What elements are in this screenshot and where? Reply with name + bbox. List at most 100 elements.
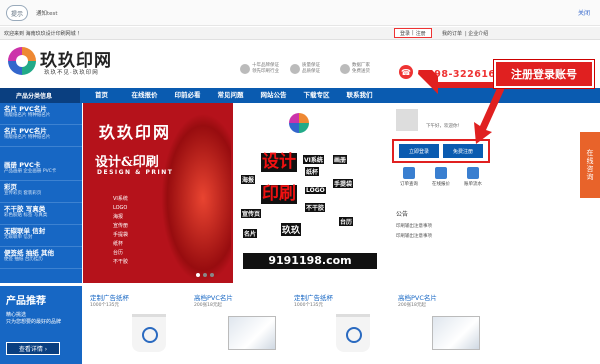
banner-list-item: VI系统 [113, 196, 128, 202]
register-login-callout: 注册登录账号 [494, 60, 594, 88]
quick-label: 在线报价 [432, 182, 450, 187]
announcement-box: 公告 印刷输出注意事项 印刷输出注意事项 [396, 209, 486, 242]
welcome-text: 欢迎来到 海南玖玖设计印刷网城 ！ [4, 31, 83, 37]
word-cloud: 设计 印刷 VI系统 画册 海报 纸杯 手提袋 LOGO 宣传页 不干胶 台历 … [241, 143, 381, 253]
nav-home[interactable]: 首页 [80, 88, 123, 103]
trophy-icon [240, 64, 250, 74]
quick-links: 订单查询 在线报价 账单流水 [394, 167, 488, 187]
banner-logo-icon [289, 113, 309, 133]
register-button[interactable]: 免费注册 [443, 144, 483, 158]
logo-icon[interactable] [8, 47, 36, 75]
nav-quote[interactable]: 在线报价 [123, 88, 166, 103]
banner-dot[interactable] [203, 273, 207, 277]
notice-text: 通知test [36, 11, 58, 17]
sidebar-item[interactable]: 不干胶 写真类 彩色胶贴 标签 写真类 [0, 203, 82, 225]
sidebar-item-title: 名片 PVC名片 [4, 105, 47, 113]
product-card[interactable]: 定制广告纸杯 1000个135元 [288, 286, 388, 364]
sidebar-item-title: 彩页 [4, 183, 17, 191]
product-card[interactable]: 高档PVC名片 200张18元起 [188, 286, 288, 364]
banner-dot[interactable] [210, 273, 214, 277]
cloud-word: 不干胶 [305, 203, 326, 212]
top-bar: 欢迎来到 海南玖玖设计印刷网城 ！ 登录 | 注册 我的订单 | 企业介绍 [0, 27, 600, 40]
category-menu[interactable]: 产品分类信息 [0, 88, 80, 103]
truck-icon [340, 64, 350, 74]
product-name: 高档PVC名片 [398, 294, 437, 302]
nav-faq[interactable]: 常见问题 [209, 88, 252, 103]
cloud-name: 玖玖 [281, 223, 302, 236]
online-consult-tab[interactable]: 在线咨询 [580, 132, 600, 198]
badge-quality: 质量保证 品质保证 [290, 63, 320, 75]
cloud-word: 画册 [333, 155, 348, 164]
sidebar-item-sub: 产品画册 企业画册 PVC卡 [4, 169, 57, 174]
announcement-item[interactable]: 印刷输出注意事项 [396, 222, 486, 232]
product-promo: 产品推荐 精心挑选 只为您想要的最好的品牌 查看详情 › [0, 286, 82, 364]
cloud-word: 台历 [339, 217, 354, 226]
notice-close-link[interactable]: 关闭 [578, 8, 590, 17]
sidebar-item-sub: 无碳联单 信封 [4, 235, 33, 240]
banner-left-panel: 玖玖印网 设计&印刷 DESIGN & PRINT VI系统 LOGO 海报 宣… [83, 103, 233, 283]
sidebar-item-title: 画册 PVC卡 [4, 161, 41, 169]
register-link[interactable]: 注册 [414, 30, 428, 37]
hero-banner[interactable]: 玖玖印网 设计&印刷 DESIGN & PRINT VI系统 LOGO 海报 宣… [83, 103, 388, 283]
promo-line: 只为您想要的最好的品牌 [6, 319, 62, 325]
login-button[interactable]: 立即登录 [399, 144, 439, 158]
shield-icon [290, 64, 300, 74]
arrow-to-auth-icon [474, 86, 504, 144]
nav-contact[interactable]: 联系我们 [338, 88, 381, 103]
my-orders-link[interactable]: 我的订单 [442, 31, 462, 37]
banner-list-item: 不干胶 [113, 259, 129, 265]
pvc-card-image [228, 316, 276, 350]
view-details-button[interactable]: 查看详情 › [6, 342, 60, 355]
quick-label: 账单流水 [464, 182, 482, 187]
category-sidebar: 名片 PVC名片 铜版纸名片 特种纸名片 名片 PVC名片 铜版纸名片 特种纸名片 … [0, 103, 82, 283]
sidebar-item[interactable]: 彩页 宣传彩页 套装彩页 [0, 181, 82, 203]
badge-delivery: 数据厂家 免费送货 [340, 63, 370, 75]
main-nav: 产品分类信息 首页 在线报价 印前必看 常见问题 网站公告 下载专区 联系我们 [0, 88, 600, 103]
paper-cup-image [132, 314, 166, 352]
greeting-text: 下午好，欢迎你！ [426, 124, 462, 129]
sidebar-item-sub: 铜版纸名片 特种纸名片 [4, 113, 51, 118]
announcement-item[interactable]: 印刷输出注意事项 [396, 232, 486, 242]
order-icon [403, 167, 415, 179]
banner-list-item: 手提袋 [113, 232, 129, 238]
banner-pagination[interactable] [196, 273, 214, 277]
banner-list-item: LOGO [113, 205, 128, 211]
product-price: 1000个135元 [294, 303, 324, 308]
nav-announcement[interactable]: 网站公告 [252, 88, 295, 103]
sidebar-item-sub: 便签 抽纸 台历挂历 [4, 257, 43, 262]
company-intro-link[interactable]: 企业介绍 [468, 31, 488, 37]
announcement-title: 公告 [396, 211, 409, 218]
product-name: 高档PVC名片 [194, 294, 233, 302]
notice-icon: 提示 [6, 5, 28, 21]
badge-line: 品质保证 [302, 69, 320, 74]
cloud-big-word: 印刷 [261, 184, 297, 204]
banner-title: 玖玖印网 [99, 123, 172, 142]
login-link[interactable]: 登录 [398, 30, 412, 37]
pvc-card-image [432, 316, 480, 350]
nav-download[interactable]: 下载专区 [295, 88, 338, 103]
sidebar-item[interactable]: 画册 PVC卡 产品画册 企业画册 PVC卡 [0, 159, 82, 181]
quick-online-quote[interactable]: 在线报价 [426, 167, 456, 187]
banner-dot[interactable] [196, 273, 200, 277]
quick-statement[interactable]: 账单流水 [458, 167, 488, 187]
cloud-word: 宣传页 [241, 209, 262, 218]
product-price: 200张18元起 [398, 303, 426, 308]
product-card[interactable]: 定制广告纸杯 1000个135元 [84, 286, 184, 364]
sidebar-item-title: 便签纸 抽纸 其他 [4, 249, 55, 257]
statement-icon [467, 167, 479, 179]
badge-line: 领先印刷行业 [252, 69, 279, 74]
sidebar-item[interactable]: 无碳联单 信封 无碳联单 信封 [0, 225, 82, 247]
banner-right-panel: 设计 印刷 VI系统 画册 海报 纸杯 手提袋 LOGO 宣传页 不干胶 台历 … [233, 103, 388, 283]
banner-english: DESIGN & PRINT [97, 169, 174, 176]
product-card[interactable]: 高档PVC名片 200张18元起 [392, 286, 492, 364]
quick-order-query[interactable]: 订单查询 [394, 167, 424, 187]
banner-url: 9191198.com [243, 253, 377, 269]
nav-prepress[interactable]: 印前必看 [166, 88, 209, 103]
login-register-group: 登录 | 注册 [394, 28, 432, 38]
sidebar-item[interactable]: 名片 PVC名片 铜版纸名片 特种纸名片 [0, 103, 82, 125]
sidebar-item-sub: 宣传彩页 套装彩页 [4, 191, 42, 196]
sidebar-item[interactable]: 便签纸 抽纸 其他 便签 抽纸 台历挂历 [0, 247, 82, 269]
flame-graphic [161, 113, 231, 283]
quote-icon [435, 167, 447, 179]
sidebar-item[interactable]: 名片 PVC名片 铜版纸名片 特种纸名片 [0, 125, 82, 147]
